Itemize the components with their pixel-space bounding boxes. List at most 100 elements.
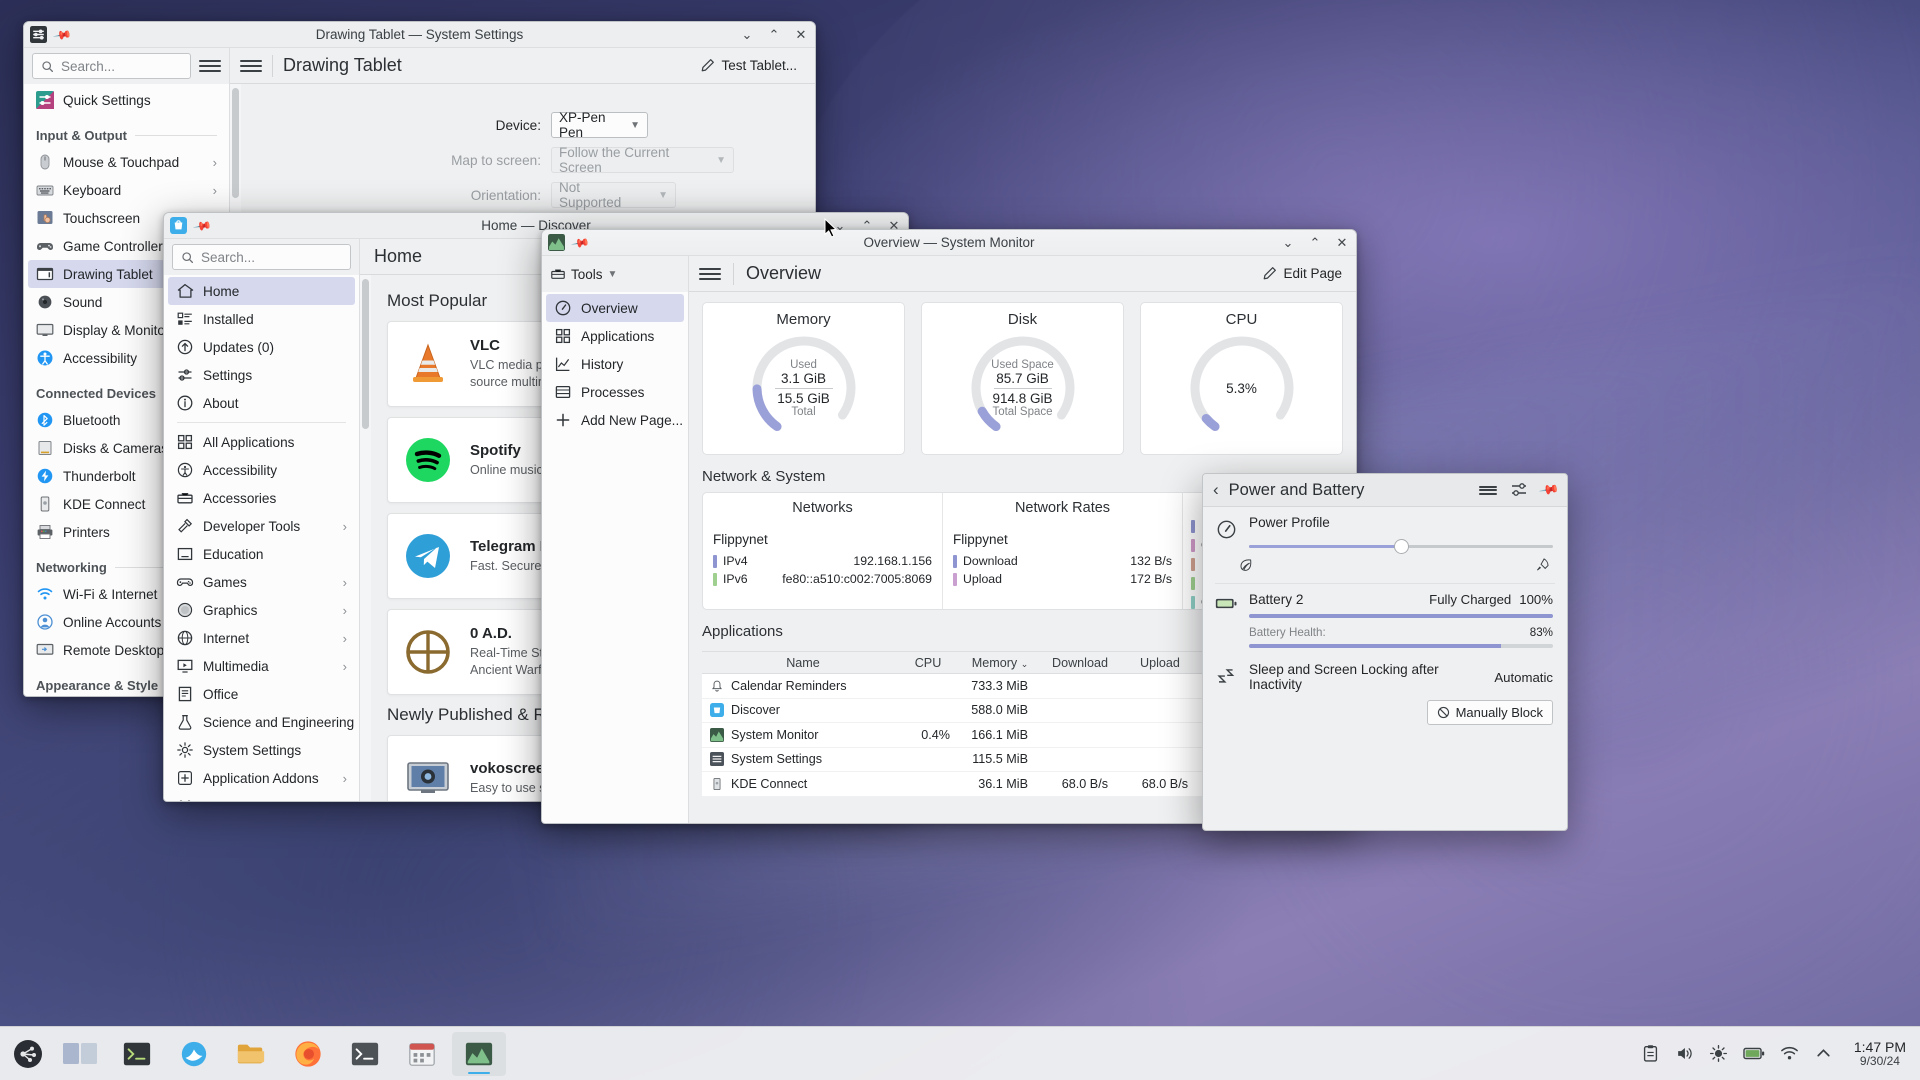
close-button[interactable]: ✕ xyxy=(886,218,902,234)
sidebar-item-label: Multimedia xyxy=(203,658,269,674)
settings-search-input[interactable]: Search... xyxy=(32,53,191,79)
chevron-up-icon[interactable] xyxy=(1814,1044,1833,1063)
discover-search-input[interactable]: Search... xyxy=(172,244,351,270)
gauge-total-label: Total xyxy=(791,405,816,418)
sidebar-item-updates[interactable]: Updates (0) xyxy=(168,333,355,361)
sidebar-item-quick-settings[interactable]: Quick Settings xyxy=(28,86,225,114)
volume-icon[interactable] xyxy=(1675,1044,1694,1063)
column-header-name[interactable]: Name xyxy=(702,656,896,670)
sidebar-item-settings[interactable]: Settings xyxy=(168,361,355,389)
settings-content-menu-button[interactable] xyxy=(240,58,262,74)
sidebar-item-education[interactable]: Education xyxy=(168,540,355,568)
sidebar-item-science-engineering[interactable]: Science and Engineering › xyxy=(168,708,355,736)
battery-icon[interactable] xyxy=(1743,1044,1765,1063)
sidebar-item-games[interactable]: Games › xyxy=(168,568,355,596)
clipboard-icon[interactable] xyxy=(1641,1044,1660,1063)
clock-widget[interactable]: 1:47 PM 9/30/24 xyxy=(1848,1039,1906,1069)
application-launcher-button[interactable] xyxy=(6,1032,50,1076)
settings-menu-button[interactable] xyxy=(199,58,221,74)
sysmon-titlebar[interactable]: 📌 Overview — System Monitor ⌄ ⌃ ✕ xyxy=(542,230,1356,256)
pin-icon[interactable]: 📌 xyxy=(52,24,72,44)
sidebar-item-about[interactable]: About xyxy=(168,389,355,417)
sidebar-item-label: Mouse & Touchpad xyxy=(63,154,180,170)
sidebar-item-label: Accessories xyxy=(203,490,277,506)
pin-icon[interactable]: 📌 xyxy=(192,215,212,235)
task-firefox[interactable] xyxy=(281,1032,335,1076)
close-button[interactable]: ✕ xyxy=(793,27,809,43)
edit-page-button[interactable]: Edit Page xyxy=(1262,266,1342,281)
maximize-button[interactable]: ⌃ xyxy=(766,27,782,43)
sysmon-sidebar[interactable]: Tools ▼ Overview Applications History Pr… xyxy=(542,256,689,823)
sidebar-item-internet[interactable]: Internet › xyxy=(168,624,355,652)
taskbar[interactable]: 1:47 PM 9/30/24 xyxy=(0,1026,1920,1080)
task-dolphin[interactable] xyxy=(167,1032,221,1076)
minimize-button[interactable]: ⌄ xyxy=(1280,235,1296,251)
test-tablet-label: Test Tablet... xyxy=(721,58,797,73)
sidebar-item-office[interactable]: Office xyxy=(168,680,355,708)
settings-titlebar[interactable]: 📌 Drawing Tablet — System Settings ⌄ ⌃ ✕ xyxy=(24,22,815,48)
sidebar-item-label: Application Addons xyxy=(203,770,319,786)
power-and-battery-applet[interactable]: ‹ Power and Battery 📌 Power Profile Batt… xyxy=(1202,473,1568,831)
wifi-icon[interactable] xyxy=(1780,1044,1799,1063)
wifi-icon xyxy=(37,588,53,600)
task-pager[interactable] xyxy=(53,1032,107,1076)
sysmon-page-title: Overview xyxy=(746,263,822,283)
telegram-icon xyxy=(406,534,450,578)
close-button[interactable]: ✕ xyxy=(1334,235,1350,251)
minimize-button[interactable]: ⌄ xyxy=(832,218,848,234)
task-system-monitor[interactable] xyxy=(452,1031,506,1076)
power-menu-button[interactable] xyxy=(1478,484,1497,497)
sidebar-item-mouse-touchpad[interactable]: Mouse & Touchpad › xyxy=(28,148,225,176)
maximize-button[interactable]: ⌃ xyxy=(1307,235,1323,251)
minimize-button[interactable]: ⌄ xyxy=(739,27,755,43)
pin-icon[interactable]: 📌 xyxy=(1538,479,1560,501)
sidebar-item-installed[interactable]: Installed xyxy=(168,305,355,333)
device-combobox[interactable]: XP-Pen Pen ▼ xyxy=(551,110,648,140)
sidebar-item-overview[interactable]: Overview xyxy=(546,294,684,322)
sidebar-item-accessibility[interactable]: Accessibility xyxy=(168,456,355,484)
sidebar-item-all-applications[interactable]: All Applications xyxy=(168,428,355,456)
task-terminal[interactable] xyxy=(110,1032,164,1076)
sidebar-item-plasma-addons[interactable]: Plasma Addons › xyxy=(168,792,355,801)
tools-button[interactable]: Tools ▼ xyxy=(550,266,617,282)
sidebar-item-applications[interactable]: Applications xyxy=(546,322,684,350)
device-value: XP-Pen Pen xyxy=(559,110,606,140)
sidebar-item-add-new-page[interactable]: Add New Page... xyxy=(546,406,684,434)
column-header-cpu[interactable]: CPU xyxy=(896,656,960,670)
column-header-download[interactable]: Download xyxy=(1040,656,1120,670)
sidebar-item-keyboard[interactable]: Keyboard › xyxy=(28,176,225,204)
sidebar-item-multimedia[interactable]: Multimedia › xyxy=(168,652,355,680)
sidebar-item-label: Add New Page... xyxy=(581,412,684,428)
chevron-left-icon[interactable]: ‹ xyxy=(1213,480,1219,500)
sidebar-item-label: Thunderbolt xyxy=(63,468,136,484)
gamepad-icon xyxy=(37,243,53,250)
sysmon-menu-button[interactable] xyxy=(699,266,721,282)
sidebar-item-label: Developer Tools xyxy=(203,518,301,534)
task-calendar[interactable] xyxy=(395,1032,449,1076)
task-konsole[interactable] xyxy=(338,1032,392,1076)
sidebar-item-accessories[interactable]: Accessories xyxy=(168,484,355,512)
sidebar-item-history[interactable]: History xyxy=(546,350,684,378)
column-header-upload[interactable]: Upload xyxy=(1120,656,1200,670)
test-tablet-button[interactable]: Test Tablet... xyxy=(692,54,805,77)
discover-sidebar[interactable]: Search... Home Installed Updates (0) Set… xyxy=(164,239,360,801)
brightness-icon[interactable] xyxy=(1709,1044,1728,1063)
sidebar-item-application-addons[interactable]: Application Addons › xyxy=(168,764,355,792)
sidebar-item-processes[interactable]: Processes xyxy=(546,378,684,406)
science-icon xyxy=(178,715,192,730)
power-profile-slider[interactable] xyxy=(1249,537,1553,555)
task-files[interactable] xyxy=(224,1032,278,1076)
power-profile-label: Power Profile xyxy=(1249,515,1330,530)
sidebar-item-system-settings[interactable]: System Settings xyxy=(168,736,355,764)
system-tray[interactable]: 1:47 PM 9/30/24 xyxy=(1641,1039,1914,1069)
sidebar-item-graphics[interactable]: Graphics › xyxy=(168,596,355,624)
sidebar-item-developer-tools[interactable]: Developer Tools › xyxy=(168,512,355,540)
sidebar-item-home[interactable]: Home xyxy=(168,277,355,305)
rate-row-download: Download 132 B/s xyxy=(953,554,1172,568)
configure-icon[interactable] xyxy=(1510,482,1528,498)
column-header-memory[interactable]: Memory ⌄ xyxy=(960,656,1040,670)
manually-block-button[interactable]: Manually Block xyxy=(1426,700,1553,725)
maximize-button[interactable]: ⌃ xyxy=(859,218,875,234)
pin-icon[interactable]: 📌 xyxy=(570,232,590,252)
discover-scrollbar[interactable] xyxy=(360,275,371,801)
